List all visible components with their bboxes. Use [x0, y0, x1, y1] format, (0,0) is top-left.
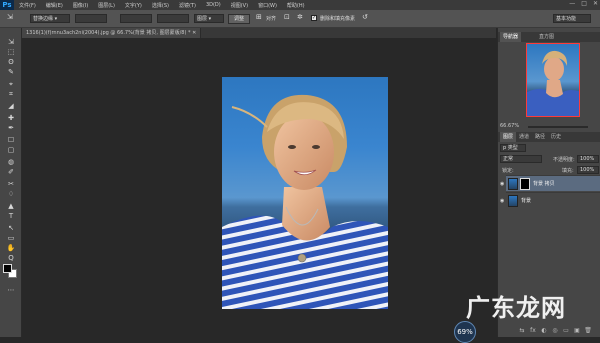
layers-tabs: 图层 通道 路径 历史 — [498, 132, 600, 142]
layer-thumbnail — [508, 195, 518, 207]
option-field-2[interactable] — [75, 14, 107, 23]
document-tab[interactable]: 1316(1)(f)rnnu3ach2ni(2004).jpg @ 66.7%(… — [22, 28, 202, 38]
tab-paths[interactable]: 路径 — [532, 132, 548, 142]
align-label: 对齐 — [266, 16, 277, 22]
quick-select-tool-icon[interactable]: ✎ — [4, 68, 18, 76]
menu-3d[interactable]: 3D(D) — [201, 2, 226, 8]
navigator-zoom-slider[interactable] — [528, 126, 588, 128]
lock-label: 锁定: — [502, 168, 514, 174]
tools-panel: ⇲ ⬚ ʘ ✎ ⌖ ⌗ ◢ ✚ ✒ ☐ ▢ ◍ ✐ ✂ ♢ ▲ T ↖ ▭ ✋ … — [0, 28, 22, 337]
mask-icon[interactable]: ◐ — [540, 327, 548, 335]
sample-select[interactable]: 图层 ▾ — [194, 14, 224, 23]
delete-fill-checkbox[interactable]: ✓ — [311, 15, 317, 21]
marquee-tool-icon[interactable]: ⬚ — [4, 48, 18, 56]
fill-label: 填充: — [562, 168, 574, 174]
layer-name: 背景 — [521, 198, 532, 204]
navigator-thumbnail-image — [527, 50, 579, 116]
move-tool-icon[interactable]: ⇲ — [4, 38, 18, 46]
lasso-tool-icon[interactable]: ʘ — [4, 58, 18, 66]
options-bar: ⇲ 替换边缘 ▾ 图层 ▾ 调整 ⊞ 对齐 ⊡ ✲ ✓ 删除和填充像素 ↺ 基本… — [0, 10, 600, 28]
eraser-tool-icon[interactable]: ◍ — [4, 158, 18, 166]
visibility-eye-icon[interactable]: ◉ — [500, 181, 506, 187]
menu-view[interactable]: 视图(V) — [226, 2, 253, 9]
menu-bar: Ps 文件(F) 编辑(E) 图像(I) 图层(L) 文字(Y) 选择(S) 滤… — [0, 0, 600, 10]
menu-window[interactable]: 窗口(W) — [253, 2, 282, 9]
quick-mask-icon[interactable]: ⋯ — [4, 286, 18, 294]
navigator-thumbnail[interactable] — [526, 43, 580, 117]
opacity-label: 不透明度: — [553, 157, 575, 163]
menu-edit[interactable]: 编辑(E) — [41, 2, 68, 9]
menu-image[interactable]: 图像(I) — [68, 2, 93, 9]
workspace-select[interactable]: 基本功能 — [553, 14, 591, 23]
layer-thumbnail — [508, 178, 518, 190]
visibility-eye-icon[interactable]: ◉ — [500, 198, 506, 204]
navigator-zoom-value: 66.67% — [500, 123, 520, 129]
shape-tool-icon[interactable]: ▭ — [4, 234, 18, 242]
link-layers-icon[interactable]: ⇆ — [518, 327, 526, 335]
watermark-text: 广东龙网 — [466, 294, 566, 322]
tab-histogram[interactable]: 直方图 — [536, 32, 557, 42]
adjust-button[interactable]: 调整 — [228, 14, 250, 24]
menu-file[interactable]: 文件(F) — [14, 2, 41, 9]
hand-tool-icon[interactable]: ✋ — [4, 244, 18, 252]
eyedropper-tool-icon[interactable]: ◢ — [4, 102, 18, 110]
healing-tool-icon[interactable]: ✚ — [4, 114, 18, 122]
menu-filter[interactable]: 滤镜(T) — [174, 2, 201, 9]
layers-bottom-bar: ⇆ fx ◐ ◎ ▭ ▣ 🗑 — [518, 327, 598, 335]
minimize-button[interactable]: — — [569, 0, 575, 7]
tab-layers[interactable]: 图层 — [500, 132, 517, 142]
option-field-3[interactable] — [120, 14, 152, 23]
layer-row[interactable]: ◉ 背景 — [500, 192, 600, 208]
settings-icon[interactable]: ⊡ — [284, 13, 290, 21]
portrait-photo — [222, 94, 388, 309]
blur-tool-icon[interactable]: ✂ — [4, 180, 18, 188]
document-tab-bar: 1316(1)(f)rnnu3ach2ni(2004).jpg @ 66.7%(… — [22, 28, 496, 38]
menu-help[interactable]: 帮助(H) — [282, 2, 310, 9]
trash-icon[interactable]: 🗑 — [584, 327, 592, 335]
layer-row[interactable]: ◉ 背景 拷贝 — [500, 175, 600, 191]
layer-filter-select[interactable]: p 类型 — [500, 144, 526, 152]
foreground-color-swatch[interactable] — [3, 264, 12, 273]
menu-select[interactable]: 选择(S) — [147, 2, 174, 9]
dodge-tool-icon[interactable]: ♢ — [4, 190, 18, 198]
tab-navigator[interactable]: 导航器 — [500, 32, 522, 42]
fx-icon[interactable]: fx — [529, 327, 537, 335]
close-window-button[interactable]: ✕ — [593, 0, 598, 7]
delete-fill-label: 删除和填充像素 — [320, 16, 356, 22]
history-brush-tool-icon[interactable]: ▢ — [4, 146, 18, 154]
menu-layer[interactable]: 图层(L) — [93, 2, 120, 9]
opacity-field[interactable]: 100% — [577, 155, 599, 163]
group-icon[interactable]: ▭ — [562, 327, 570, 335]
tool-preset-icon[interactable]: ⇲ — [7, 13, 13, 21]
navigator-tabs: 导航器 直方图 — [498, 32, 600, 42]
mode-select[interactable]: 替换边缘 ▾ — [30, 14, 70, 23]
menu-type[interactable]: 文字(Y) — [120, 2, 147, 9]
option-field-4[interactable] — [157, 14, 189, 23]
stamp-tool-icon[interactable]: ☐ — [4, 136, 18, 144]
tab-history[interactable]: 历史 — [548, 132, 564, 142]
layer-name: 背景 拷贝 — [533, 181, 555, 187]
brush-tool-icon[interactable]: ✒ — [4, 124, 18, 132]
slice-tool-icon[interactable]: ⌗ — [4, 90, 18, 98]
pen-tool-icon[interactable]: ▲ — [4, 202, 18, 210]
adjustment-layer-icon[interactable]: ◎ — [551, 327, 559, 335]
fill-field[interactable]: 100% — [577, 166, 599, 174]
zoom-tool-icon[interactable]: Q — [4, 254, 18, 262]
navigator-zoom-row: 66.67% — [498, 123, 600, 131]
path-select-tool-icon[interactable]: ↖ — [4, 224, 18, 232]
photoshop-logo: Ps — [0, 0, 14, 10]
maximize-button[interactable]: □ — [581, 0, 587, 7]
new-layer-icon[interactable]: ▣ — [573, 327, 581, 335]
reset-icon[interactable]: ↺ — [362, 13, 368, 21]
zoom-indicator: 69% — [454, 321, 476, 343]
gradient-tool-icon[interactable]: ✐ — [4, 168, 18, 176]
tab-channels[interactable]: 通道 — [516, 132, 532, 142]
align-icon[interactable]: ⊞ — [256, 13, 262, 21]
blend-mode-select[interactable]: 正常 — [500, 155, 542, 163]
crop-tool-icon[interactable]: ⌖ — [4, 80, 18, 88]
gear-icon[interactable]: ✲ — [297, 13, 303, 21]
document-image[interactable] — [222, 77, 388, 309]
type-tool-icon[interactable]: T — [4, 212, 18, 220]
layer-mask-thumbnail[interactable] — [520, 178, 530, 190]
